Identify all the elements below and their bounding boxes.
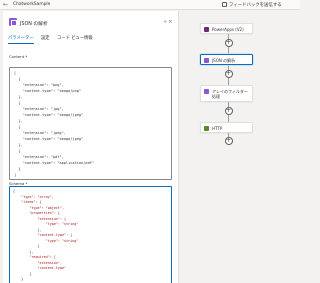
active-tab-indicator xyxy=(8,42,34,44)
node-filter-array[interactable]: アレイのフィルター処理 xyxy=(200,85,253,102)
data-operation-icon xyxy=(204,58,209,63)
schema-line: }, xyxy=(13,249,34,254)
content-line: { xyxy=(14,101,21,105)
node-label: PowerApps (V2) xyxy=(212,26,244,32)
feedback-link[interactable]: フィードバックを送信する xyxy=(229,2,282,8)
flow-canvas[interactable]: PowerApps (V2) + JSON の解析 + アレイのフィルター処理 … xyxy=(180,11,300,283)
content-line: }, xyxy=(14,143,23,147)
add-step-button[interactable]: + xyxy=(224,39,233,47)
schema-line: "type": "string" xyxy=(13,222,79,226)
content-line: "extension": "jpeg", xyxy=(14,131,66,135)
node-label: アレイのフィルター処理 xyxy=(212,88,248,99)
schema-line: } xyxy=(13,277,24,281)
content-line: "content-type": "image/jpeg" xyxy=(14,113,84,117)
schema-line: ] xyxy=(13,271,32,276)
flow-name: ChatworkSample xyxy=(13,1,51,7)
tab-settings[interactable]: 設定 xyxy=(41,35,50,41)
feedback-icon xyxy=(222,2,227,7)
schema-editor[interactable]: { "type": "array", "items": { "type": "o… xyxy=(9,186,172,283)
powerapps-icon xyxy=(204,27,209,32)
content-line: }, xyxy=(14,95,23,99)
schema-line: "properties": { xyxy=(13,211,60,215)
top-bar: ← ChatworkSample フィードバックを送信する xyxy=(0,0,300,10)
content-line: "content-type": "application/pdf" xyxy=(14,161,95,165)
tab-parameters[interactable]: パラメーター xyxy=(8,35,34,41)
schema-line: "type": "string" xyxy=(13,238,79,243)
panel-tabs: パラメーター 設定 コード ビュー 情報 xyxy=(8,35,174,44)
data-operation-icon xyxy=(204,89,209,94)
tab-code-view[interactable]: コード ビュー xyxy=(57,35,84,41)
content-field[interactable]: [ { "extension": "png", "content-type": … xyxy=(9,67,172,180)
schema-line: "content-type" xyxy=(13,266,67,270)
content-line: "extension": "pdf", xyxy=(14,155,64,159)
schema-line: }, xyxy=(13,227,42,232)
parse-json-icon xyxy=(9,18,17,26)
node-label: JSON の解析 xyxy=(212,57,236,63)
content-line: "extension": "jpg", xyxy=(14,107,64,111)
content-line: ] xyxy=(14,173,17,177)
node-label: HTTP xyxy=(212,125,223,131)
panel-header: JSON の解析 «× xyxy=(9,18,174,28)
content-line: { xyxy=(14,125,21,129)
content-line: { xyxy=(14,149,21,153)
schema-line: "extension": { xyxy=(13,216,67,221)
schema-line: "items": { xyxy=(13,200,42,204)
add-step-button[interactable]: + xyxy=(224,107,233,115)
schema-line: { xyxy=(13,189,16,193)
schema-line: "type": "object", xyxy=(13,205,65,210)
panel-title[interactable]: JSON の解析 xyxy=(20,20,48,27)
add-step-button[interactable]: + xyxy=(224,137,233,145)
content-line: "content-type": "image/jpeg" xyxy=(14,137,84,141)
tab-about[interactable]: 情報 xyxy=(84,35,93,41)
schema-line: "required": [ xyxy=(13,255,56,259)
content-line: "extension": "png", xyxy=(14,83,64,87)
schema-line: "type": "array", xyxy=(13,194,54,199)
content-label: Content * xyxy=(9,54,28,59)
schema-line: } xyxy=(13,244,40,248)
content-line: [ xyxy=(14,71,17,75)
content-line: } xyxy=(14,167,21,171)
schema-line: "content-type": { xyxy=(13,233,73,237)
node-http[interactable]: HTTP xyxy=(200,122,253,133)
content-line: "content-type": "image/png" xyxy=(14,89,82,93)
add-step-button[interactable]: + xyxy=(224,70,233,78)
connector-line xyxy=(228,34,229,132)
collapse-close-icons[interactable]: «× xyxy=(164,19,174,25)
content-line: }, xyxy=(14,119,23,123)
schema-line: "extension", xyxy=(13,260,62,265)
content-line: { xyxy=(14,77,21,81)
http-icon xyxy=(204,126,209,131)
action-details-panel: JSON の解析 «× パラメーター 設定 コード ビュー 情報 Content… xyxy=(3,11,179,283)
back-arrow-icon[interactable]: ← xyxy=(3,1,8,8)
node-powerapps-trigger[interactable]: PowerApps (V2) xyxy=(200,23,253,34)
node-parse-json[interactable]: JSON の解析 xyxy=(200,54,253,65)
